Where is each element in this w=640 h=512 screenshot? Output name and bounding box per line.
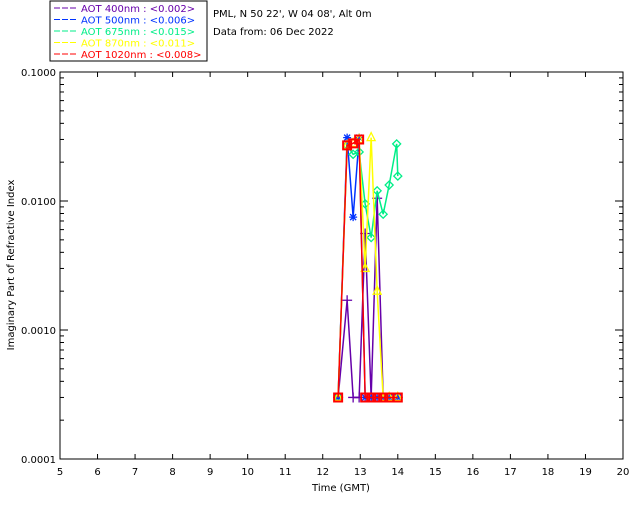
data-point <box>342 295 353 306</box>
x-tick-label: 8 <box>169 467 175 478</box>
y-tick-label: 0.0100 <box>21 197 56 208</box>
x-tick-label: 15 <box>429 467 442 478</box>
site-header: PML, N 50 22', W 04 08', Alt 0m <box>213 9 372 20</box>
legend-entry: AOT 1020nm : <0.008> <box>81 50 201 61</box>
x-tick-label: 9 <box>207 467 213 478</box>
x-tick-label: 13 <box>354 467 367 478</box>
x-tick-label: 18 <box>542 467 555 478</box>
data-point <box>349 213 358 222</box>
y-tick-label: 0.0001 <box>21 455 56 466</box>
legend-entry: AOT 500nm : <0.006> <box>81 16 195 27</box>
x-tick-label: 16 <box>466 467 479 478</box>
x-tick-label: 12 <box>316 467 329 478</box>
x-tick-label: 7 <box>132 467 138 478</box>
x-tick-label: 6 <box>94 467 100 478</box>
series-group <box>333 131 403 403</box>
x-tick-label: 19 <box>579 467 592 478</box>
legend-entry: AOT 675nm : <0.015> <box>81 27 195 38</box>
y-axis: 0.0001 0.0010 0.0100 0.1000 <box>21 68 623 466</box>
legend: AOT 400nm : <0.002>AOT 500nm : <0.006>AO… <box>49 0 208 62</box>
y-axis-label: Imaginary Part of Refractive Index <box>6 180 17 351</box>
x-tick-label: 10 <box>241 467 254 478</box>
x-tick-label: 11 <box>279 467 292 478</box>
x-tick-label: 14 <box>391 467 404 478</box>
series-line <box>337 137 398 399</box>
x-tick-label: 20 <box>617 467 630 478</box>
series-line <box>337 137 398 399</box>
legend-entry: AOT 870nm : <0.011> <box>81 39 195 50</box>
date-header: Data from: 06 Dec 2022 <box>213 27 334 38</box>
y-tick-label: 0.1000 <box>21 68 56 79</box>
x-tick-label: 17 <box>504 467 517 478</box>
x-tick-label: 5 <box>57 467 63 478</box>
x-axis-label: Time (GMT) <box>311 483 370 494</box>
chart: AOT 400nm : <0.002>AOT 500nm : <0.006>AO… <box>6 0 630 494</box>
y-tick-label: 0.0010 <box>21 326 56 337</box>
legend-entry: AOT 400nm : <0.002> <box>81 4 195 15</box>
